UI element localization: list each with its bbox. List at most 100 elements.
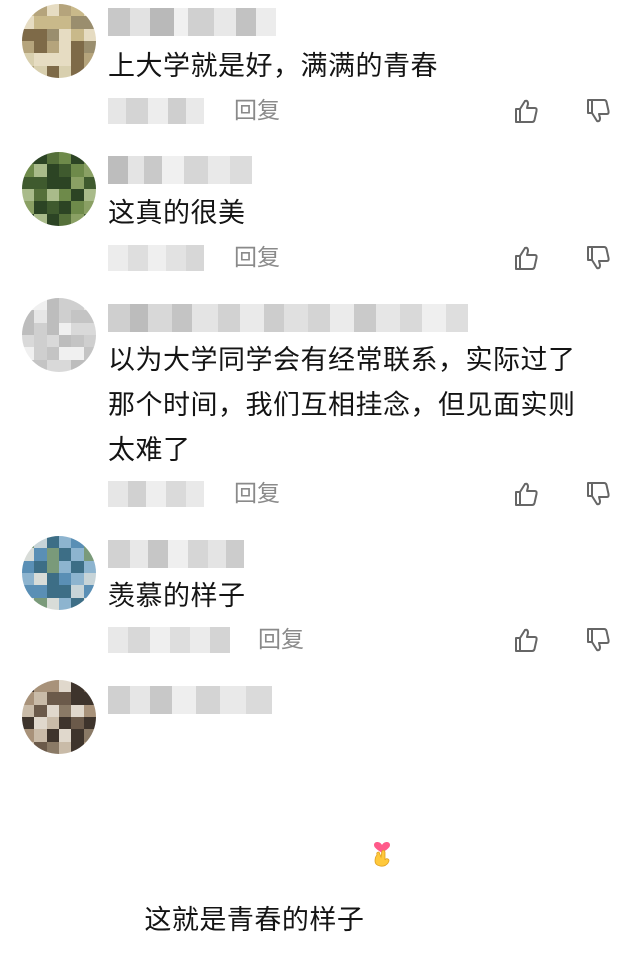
- avatar-pixel: [83, 310, 96, 323]
- comment-text-content: 这就是青春的样子: [144, 905, 365, 936]
- avatar-pixel: [22, 692, 35, 705]
- avatar-pixel: [83, 213, 96, 226]
- avatar-pixel: [83, 359, 96, 372]
- avatar-pixel: [71, 536, 84, 549]
- avatar-pixel: [58, 560, 72, 573]
- avatar-pixel: [34, 298, 47, 311]
- avatar-pixel: [58, 597, 72, 610]
- avatar-pixel: [22, 680, 35, 693]
- comment-text: 这真的很美: [108, 198, 246, 229]
- avatar-pixel: [46, 176, 59, 189]
- thumbs-up-icon[interactable]: [512, 97, 540, 125]
- reply-button[interactable]: 回复: [234, 479, 280, 509]
- avatar-pixel: [22, 560, 35, 573]
- avatar-pixel: [46, 40, 59, 54]
- avatar-pixel: [83, 4, 96, 17]
- avatar-pixel: [22, 597, 35, 610]
- avatar-pixel: [46, 188, 59, 202]
- thumbs-up-icon[interactable]: [512, 244, 540, 272]
- avatar-pixel: [46, 716, 59, 730]
- avatar-pixel: [83, 16, 96, 29]
- avatar[interactable]: [22, 680, 96, 754]
- reply-button[interactable]: 回复: [234, 243, 280, 273]
- avatar-pixel: [46, 536, 59, 549]
- avatar-pixel: [22, 4, 35, 17]
- avatar-pixel: [71, 152, 84, 165]
- username-blurred[interactable]: [108, 8, 276, 36]
- avatar[interactable]: [22, 298, 96, 372]
- thumbs-down-icon[interactable]: [584, 626, 612, 654]
- avatar-pixel: [71, 53, 84, 66]
- avatar-pixel: [46, 741, 59, 754]
- avatar-pixel: [22, 40, 35, 54]
- timestamp-blurred: [108, 245, 204, 271]
- avatar-pixel: [46, 548, 59, 561]
- thumbs-down-icon[interactable]: [584, 480, 612, 508]
- avatar-pixel: [58, 4, 72, 17]
- avatar-pixel: [71, 310, 84, 323]
- avatar[interactable]: [22, 4, 96, 78]
- avatar-pixel: [34, 692, 47, 705]
- avatar-pixel: [83, 597, 96, 610]
- thumbs-down-icon[interactable]: [584, 97, 612, 125]
- thumbs-down-icon[interactable]: [584, 244, 612, 272]
- avatar-pixel: [34, 164, 47, 177]
- username-blurred[interactable]: [108, 156, 252, 184]
- timestamp-blurred: [108, 627, 230, 653]
- avatar-pixel: [58, 680, 72, 693]
- avatar-pixel: [58, 298, 72, 311]
- avatar-pixel: [46, 164, 59, 177]
- avatar-pixel: [46, 53, 59, 66]
- avatar-pixel: [58, 741, 72, 754]
- avatar-pixel: [22, 16, 35, 29]
- avatar-pixel: [34, 152, 47, 165]
- avatar-pixel: [34, 585, 47, 598]
- avatar-pixel: [22, 176, 35, 189]
- avatar-pixel: [83, 692, 96, 705]
- avatar-pixel: [83, 188, 96, 202]
- reply-button[interactable]: 回复: [234, 96, 280, 126]
- avatar-pixel: [46, 704, 59, 717]
- avatar-pixel: [46, 213, 59, 226]
- avatar-pixel: [22, 201, 35, 214]
- avatar-pixel: [46, 4, 59, 17]
- avatar-pixel: [83, 28, 96, 41]
- avatar-pixel: [46, 729, 59, 742]
- avatar-pixel: [46, 201, 59, 214]
- avatar-pixel: [22, 322, 35, 335]
- avatar-pixel: [71, 164, 84, 177]
- avatar-pixel: [46, 597, 59, 610]
- avatar-pixel: [22, 334, 35, 348]
- avatar-pixel: [22, 188, 35, 202]
- avatar-pixel: [22, 347, 35, 360]
- avatar-pixel: [22, 741, 35, 754]
- avatar-pixel: [71, 692, 84, 705]
- reply-button[interactable]: 回复: [258, 625, 304, 655]
- avatar-pixel: [83, 572, 96, 586]
- avatar-pixel: [22, 536, 35, 549]
- avatar[interactable]: [22, 152, 96, 226]
- avatar-pixel: [83, 53, 96, 66]
- avatar-pixel: [34, 347, 47, 360]
- username-blurred[interactable]: [108, 304, 468, 332]
- username-blurred[interactable]: [108, 540, 244, 568]
- timestamp-blurred: [108, 481, 204, 507]
- thumbs-up-icon[interactable]: [512, 626, 540, 654]
- avatar-pixel: [58, 16, 72, 29]
- avatar-pixel: [46, 322, 59, 335]
- avatar-pixel: [71, 729, 84, 742]
- avatar-pixel: [46, 347, 59, 360]
- username-blurred[interactable]: [108, 686, 272, 714]
- avatar-pixel: [22, 152, 35, 165]
- thumbs-up-icon[interactable]: [512, 480, 540, 508]
- avatar-pixel: [71, 704, 84, 717]
- avatar-pixel: [58, 188, 72, 202]
- avatar-pixel: [34, 310, 47, 323]
- avatar-pixel: [46, 65, 59, 78]
- avatar-pixel: [83, 334, 96, 348]
- avatar-pixel: [71, 548, 84, 561]
- avatar-pixel: [46, 152, 59, 165]
- avatar[interactable]: [22, 536, 96, 610]
- avatar-pixel: [46, 692, 59, 705]
- avatar-pixel: [83, 548, 96, 561]
